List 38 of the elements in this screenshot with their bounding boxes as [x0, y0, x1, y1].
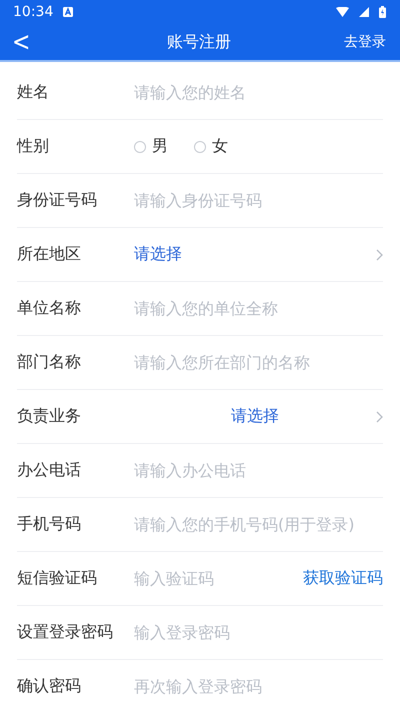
field-label: 部门名称 [17, 352, 82, 373]
input-field[interactable]: 输入登录密码 [134, 623, 383, 642]
field-label: 所在地区 [17, 244, 82, 265]
back-button[interactable]: < [12, 27, 30, 57]
field-label: 单位名称 [17, 298, 82, 319]
notification-icon [63, 7, 74, 17]
select-value: 请选择 [134, 244, 183, 265]
select-value: 请选择 [230, 406, 280, 427]
field-label: 短信验证码 [17, 568, 98, 589]
input-field[interactable]: 再次输入登录密码 [134, 677, 383, 696]
wifi-icon [336, 7, 349, 17]
login-link[interactable]: 去登录 [344, 33, 386, 51]
select-field[interactable]: 请选择 [134, 228, 383, 281]
field-label: 手机号码 [17, 514, 82, 535]
input-field[interactable]: 请输入您的单位全称 [134, 299, 383, 318]
chevron-icon [376, 410, 383, 422]
select-field[interactable]: 请选择 [134, 390, 383, 443]
field-label: 性别 [17, 136, 50, 157]
battery-icon [379, 6, 386, 18]
field-label: 确认密码 [17, 676, 82, 697]
input-field[interactable]: 输入验证码 [134, 569, 303, 588]
status-time: 10:34 [13, 4, 54, 20]
input-field[interactable]: 请输入您所在部门的名称 [134, 353, 383, 372]
input-field[interactable]: 请输入身份证号码 [134, 191, 383, 210]
field-label: 办公电话 [17, 460, 82, 481]
field-label: 姓名 [17, 82, 50, 103]
input-field[interactable]: 请输入您的姓名 [134, 83, 383, 102]
input-field[interactable]: 请输入办公电话 [134, 461, 383, 480]
field-label: 负责业务 [17, 406, 82, 427]
get-code-button[interactable]: 获取验证码 [303, 568, 383, 589]
signal-icon [359, 7, 369, 17]
field-label: 设置登录密码 [17, 622, 114, 643]
page-title: 账号注册 [167, 32, 231, 52]
radio-option[interactable]: 女 [194, 136, 228, 157]
chevron-icon [376, 248, 383, 260]
input-field[interactable]: 请输入您的手机号码(用于登录) [134, 515, 383, 534]
radio-option[interactable]: 男 [134, 136, 168, 157]
field-label: 身份证号码 [17, 190, 98, 211]
